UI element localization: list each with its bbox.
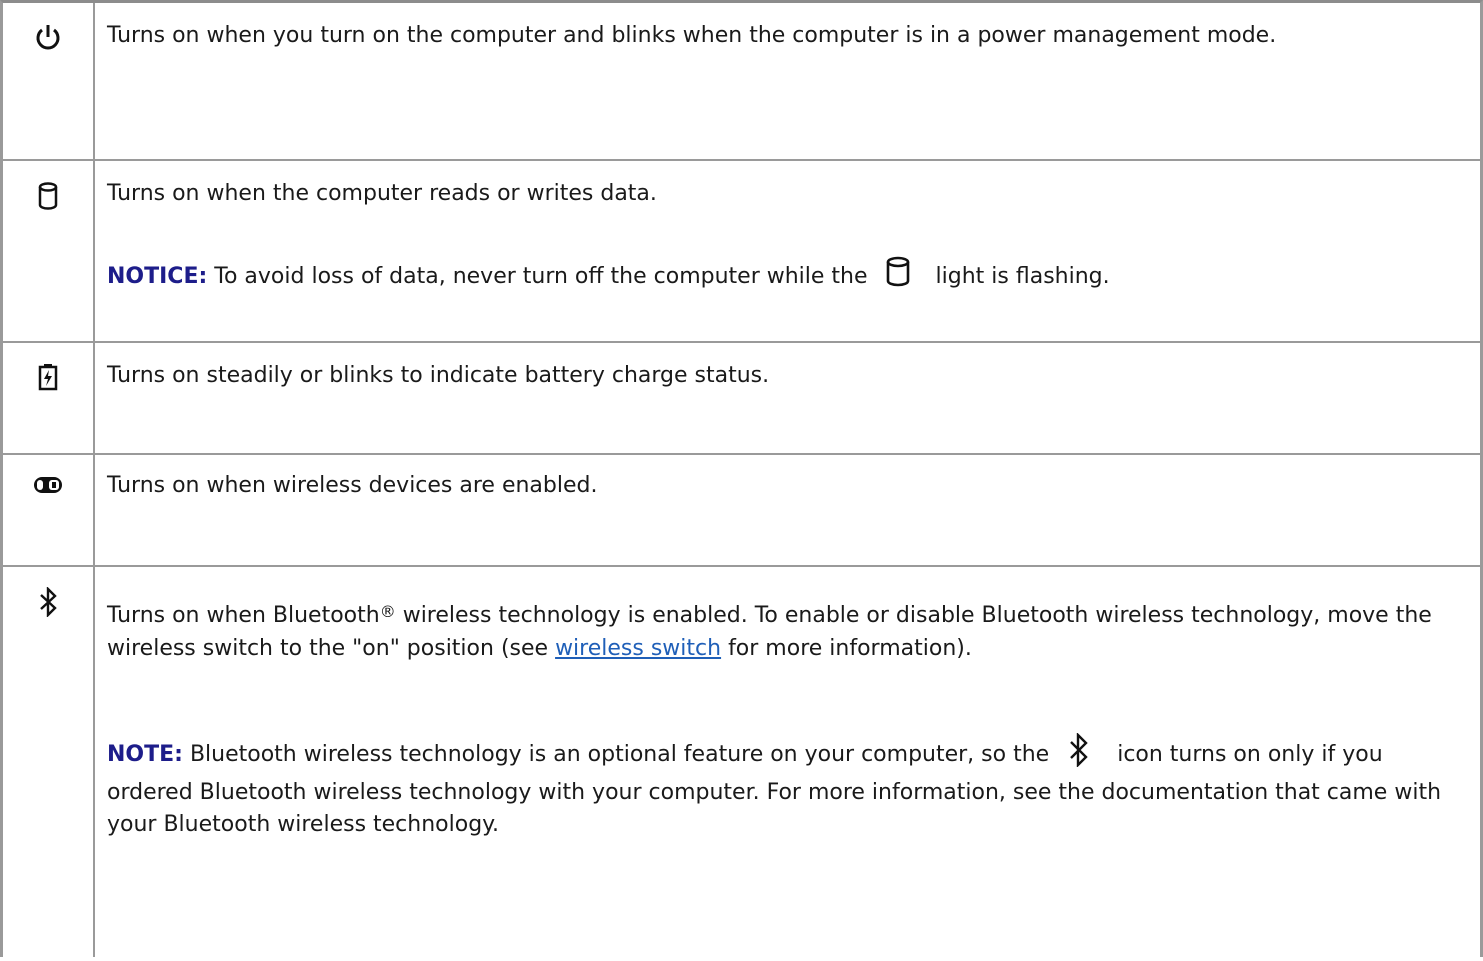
note-paragraph: NOTE: Bluetooth wireless technology is a… xyxy=(107,732,1460,841)
notice-label: NOTICE: xyxy=(107,264,208,289)
icon-cell xyxy=(3,343,95,455)
description-cell: Turns on when wireless devices are enabl… xyxy=(95,455,1480,567)
bluetooth-icon xyxy=(1066,732,1092,777)
description-cell: Turns on steadily or blinks to indicate … xyxy=(95,343,1480,455)
registered-mark: ® xyxy=(379,602,396,621)
table-row: Turns on when Bluetooth® wireless techno… xyxy=(3,567,1480,957)
description-text: Turns on when the computer reads or writ… xyxy=(107,181,657,206)
description-text: Turns on when wireless devices are enabl… xyxy=(107,473,598,498)
note-label: NOTE: xyxy=(107,742,183,767)
table-row: Turns on when you turn on the computer a… xyxy=(3,3,1480,161)
status-lights-table: Turns on when you turn on the computer a… xyxy=(0,0,1483,957)
icon-cell xyxy=(3,3,95,161)
description-text: Turns on when Bluetooth® wireless techno… xyxy=(107,599,1460,665)
table-row: Turns on when the computer reads or writ… xyxy=(3,161,1480,343)
note-text-before: Bluetooth wireless technology is an opti… xyxy=(189,742,1050,767)
hard-drive-icon xyxy=(885,255,911,299)
notice-text-before: To avoid loss of data, never turn off th… xyxy=(214,264,868,289)
battery-icon xyxy=(38,363,58,397)
wireless-switch-link[interactable]: wireless switch xyxy=(555,636,721,661)
notice-text-after: light is flashing. xyxy=(935,264,1110,289)
hard-drive-icon xyxy=(37,181,59,217)
icon-cell xyxy=(3,455,95,567)
description-text: Turns on when you turn on the computer a… xyxy=(107,23,1277,48)
power-icon xyxy=(34,23,62,59)
description-cell: Turns on when you turn on the computer a… xyxy=(95,3,1480,161)
bluetooth-text-end: for more information). xyxy=(728,636,972,661)
description-cell: Turns on when Bluetooth® wireless techno… xyxy=(95,567,1480,957)
notice-paragraph: NOTICE: To avoid loss of data, never tur… xyxy=(107,255,1460,299)
bluetooth-icon xyxy=(36,586,60,623)
bluetooth-text-start: Turns on when Bluetooth xyxy=(107,603,380,628)
table-row: Turns on when wireless devices are enabl… xyxy=(3,455,1480,567)
description-cell: Turns on when the computer reads or writ… xyxy=(95,161,1480,343)
icon-cell xyxy=(3,161,95,343)
table-row: Turns on steadily or blinks to indicate … xyxy=(3,343,1480,455)
icon-cell xyxy=(3,567,95,957)
wifi-icon xyxy=(33,475,63,501)
description-text: Turns on steadily or blinks to indicate … xyxy=(107,363,770,388)
